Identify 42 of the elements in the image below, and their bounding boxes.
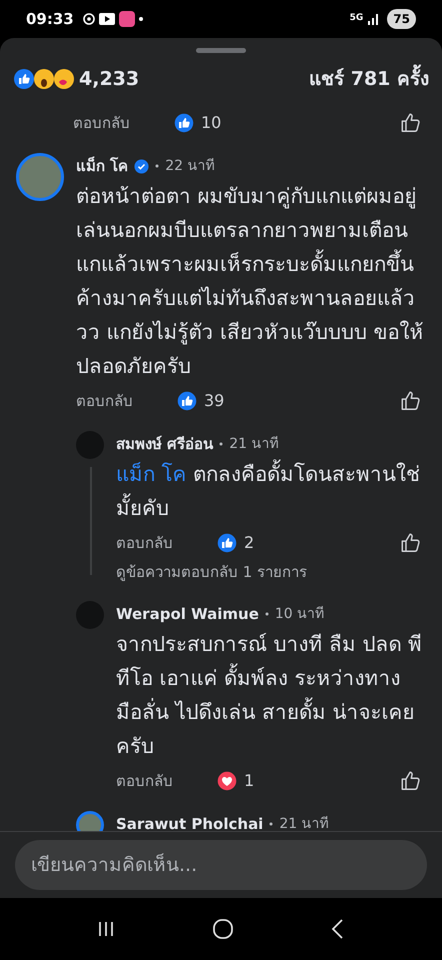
reaction-count: 39 [204,390,224,412]
reaction-count: 1 [244,770,254,792]
reaction-count[interactable]: 4,233 [79,64,140,94]
separator-dot-icon [219,442,224,446]
home-icon[interactable] [212,918,234,940]
reaction-icons [13,68,75,90]
reply-link[interactable]: ตอบกลับ [116,532,216,554]
reaction-count: 2 [244,532,254,554]
comment-time: 10 นาที [274,604,324,624]
separator-dot-icon [155,164,160,168]
avatar[interactable] [76,811,104,831]
author-name[interactable]: สมพงษ์ ศรีอ่อน [116,432,214,456]
mention-link[interactable]: แม็ก โค [116,462,187,486]
app-notification-icon [82,10,144,28]
status-time: 09:33 [26,8,74,30]
like-button-icon[interactable] [400,390,422,412]
separator-dot-icon [269,822,274,826]
author-name[interactable]: Sarawut Pholchai [116,812,264,831]
recent-apps-icon[interactable] [96,919,116,939]
view-replies-link[interactable]: ดูข้อความตอบกลับ 1 รายการ [116,561,442,589]
avatar[interactable] [16,153,64,201]
reaction-count: 10 [201,112,222,134]
comment-time: 21 นาที [279,814,329,831]
comment-text: ต่อหน้าต่อตา ผมขับมาคู่กับแกแต่ผมอยู่เล่นนอกผมบีบแตรลากยาวพยามเตือนแกแล้วเพราะผมเห็รกระบะดั้มแกยกขึ้นค้างมาครับแต่ไม่ทันถึงสะพานลอยแล้ววว แกยังไม่รู้ตัว เสียวหัวแว๊บบบบ ขอให้ปลอดภัยครับ [76,183,425,380]
separator-dot-icon [264,612,269,616]
reply-link[interactable]: ตอบกลับ [73,112,173,134]
reply-link[interactable]: ตอบกลับ [76,390,176,412]
comment-time: 21 นาที [229,434,278,454]
reply-link[interactable]: ตอบกลับ [116,770,216,792]
like-button-icon[interactable] [400,112,422,134]
like-button-icon[interactable] [400,770,422,792]
author-name[interactable]: Werapol Waimue [116,602,259,626]
like-button-icon[interactable] [400,532,422,554]
comment-input-field[interactable]: เขียนความคิดเห็น... [15,840,427,890]
battery-level: 75 [387,9,416,29]
network-label: 5G [350,12,364,26]
drag-handle[interactable] [196,48,246,53]
comment-text: แม็ก โค ตกลงคือดั้มโดนสะพานใช่มั้ยคับ [116,457,442,525]
comment-text: จากประสบการณ์ บางที ลืม ปลด พีทีโอ เอาแค่ ดั้มพ์ลง ระหว่างทาง มือลั่น ไปดึงเล่น สายดั้ม น่าจะเคย ครับ [116,631,424,760]
comment-time: 22 นาที [165,156,214,176]
share-count[interactable]: แชร์ 781 ครั้ง [309,64,429,94]
author-name[interactable]: แม็ก โค [76,154,128,178]
